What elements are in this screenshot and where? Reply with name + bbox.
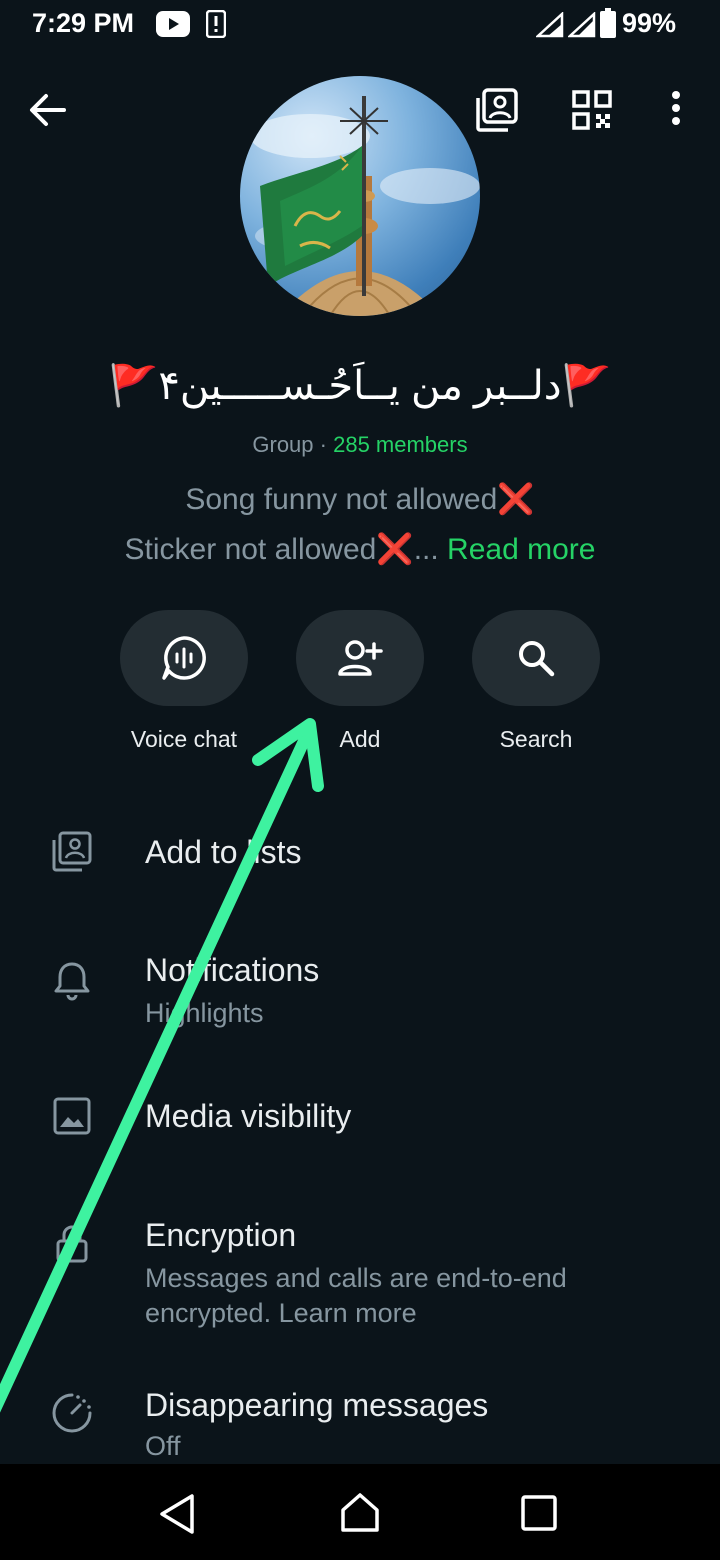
description-text-1: Song funny not allowed [185, 483, 498, 516]
status-time: 7:29 PM [32, 8, 135, 38]
group-description-line2: Sticker not allowed❌... Read more [0, 532, 720, 567]
meta-separator: · [313, 432, 334, 457]
voice-chat-label: Voice chat [130, 726, 238, 752]
qr-code-icon [572, 90, 612, 130]
voice-chat-icon [162, 636, 206, 680]
signal-icon [536, 12, 564, 38]
cross-mark-icon: ❌ [376, 533, 414, 566]
description-ellipsis: ... [413, 533, 448, 566]
encryption-row[interactable]: Encryption Messages and calls are end-to… [0, 1205, 720, 1335]
recents-icon[interactable] [518, 1492, 562, 1536]
add-to-list-button[interactable] [472, 84, 524, 136]
description-text-2: Sticker not allowed [124, 533, 377, 566]
disappearing-messages-row[interactable]: Disappearing messages Off [0, 1375, 720, 1464]
alert-icon [206, 10, 226, 38]
media-visibility-row[interactable]: Media visibility [0, 1070, 720, 1170]
signal-icon [568, 12, 596, 38]
more-vertical-icon [672, 91, 680, 125]
more-options-button[interactable] [650, 84, 702, 136]
disappearing-messages-title: Disappearing messages [145, 1387, 489, 1423]
add-to-list-icon [476, 88, 518, 132]
back-triangle-icon[interactable] [156, 1492, 200, 1536]
search-button[interactable] [472, 610, 600, 706]
encryption-subtitle: Messages and calls are end-to-end encryp… [145, 1263, 567, 1328]
group-description-line1: Song funny not allowed❌ [0, 482, 720, 517]
notifications-title: Notifications [145, 952, 320, 988]
voice-chat-button[interactable] [120, 610, 248, 706]
add-member-label: Add [339, 726, 381, 752]
home-icon[interactable] [338, 1490, 382, 1534]
add-member-button[interactable] [296, 610, 424, 706]
arrow-left-icon [30, 94, 66, 126]
group-meta: Group · 285 members [0, 432, 720, 458]
notifications-row[interactable]: Notifications Highlights [0, 940, 720, 1050]
add-to-lists-row[interactable]: Add to lists [0, 800, 720, 910]
battery-icon [600, 8, 616, 38]
search-icon [519, 641, 555, 677]
add-person-icon [338, 640, 383, 676]
lock-icon [56, 1225, 88, 1263]
system-nav-bar [0, 1464, 720, 1560]
add-to-lists-title: Add to lists [145, 834, 302, 870]
qr-code-button[interactable] [566, 84, 618, 136]
disappearing-messages-subtitle: Off [145, 1431, 181, 1461]
flag-dome-image [250, 96, 480, 316]
image-icon [53, 1097, 91, 1135]
bell-icon [54, 962, 90, 1001]
status-bar: 7:29 PM 99% [0, 0, 720, 52]
group-name: 🚩دلــبر من یــاَحُـســـــین۴🚩 [108, 364, 612, 408]
battery-percent: 99% [621, 8, 676, 38]
notifications-subtitle: Highlights [145, 998, 264, 1028]
group-avatar[interactable] [240, 76, 480, 316]
encryption-title: Encryption [145, 1217, 297, 1253]
read-more-link[interactable]: Read more [447, 533, 595, 566]
cross-mark-icon: ❌ [497, 483, 535, 516]
members-count[interactable]: 285 members [333, 432, 468, 457]
search-label: Search [499, 726, 573, 752]
timer-icon [52, 1393, 92, 1433]
group-type-label: Group [252, 432, 314, 457]
back-button[interactable] [22, 84, 74, 136]
add-to-list-icon [52, 831, 92, 872]
media-visibility-title: Media visibility [145, 1098, 352, 1134]
youtube-icon [156, 11, 190, 37]
